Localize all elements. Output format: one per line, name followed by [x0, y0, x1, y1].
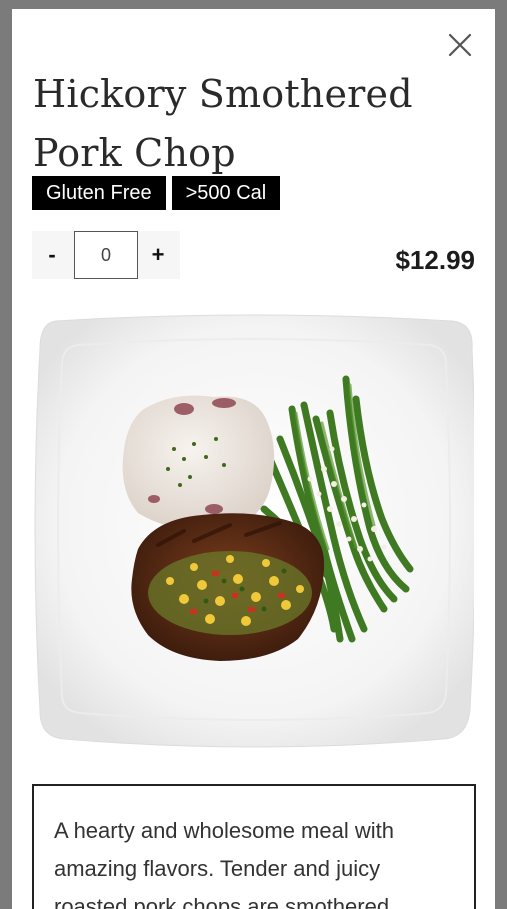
close-icon	[448, 33, 472, 57]
item-description: A hearty and wholesome meal with amazing…	[54, 818, 394, 909]
description-box: A hearty and wholesome meal with amazing…	[32, 784, 476, 909]
dietary-tags: Gluten Free >500 Cal	[32, 176, 281, 210]
item-detail-modal: Hickory Smothered Pork Chop Gluten Free …	[12, 9, 495, 909]
food-photo	[34, 314, 474, 748]
decrease-quantity-button[interactable]: -	[32, 231, 72, 279]
tag-gluten-free: Gluten Free	[32, 176, 166, 210]
increase-quantity-button[interactable]: +	[138, 231, 178, 279]
quantity-stepper: - +	[32, 231, 180, 279]
item-title: Hickory Smothered Pork Chop	[33, 72, 413, 175]
close-button[interactable]	[446, 31, 474, 59]
quantity-input[interactable]	[74, 231, 138, 279]
item-price: $12.99	[395, 245, 475, 275]
tag-calories: >500 Cal	[171, 176, 281, 210]
